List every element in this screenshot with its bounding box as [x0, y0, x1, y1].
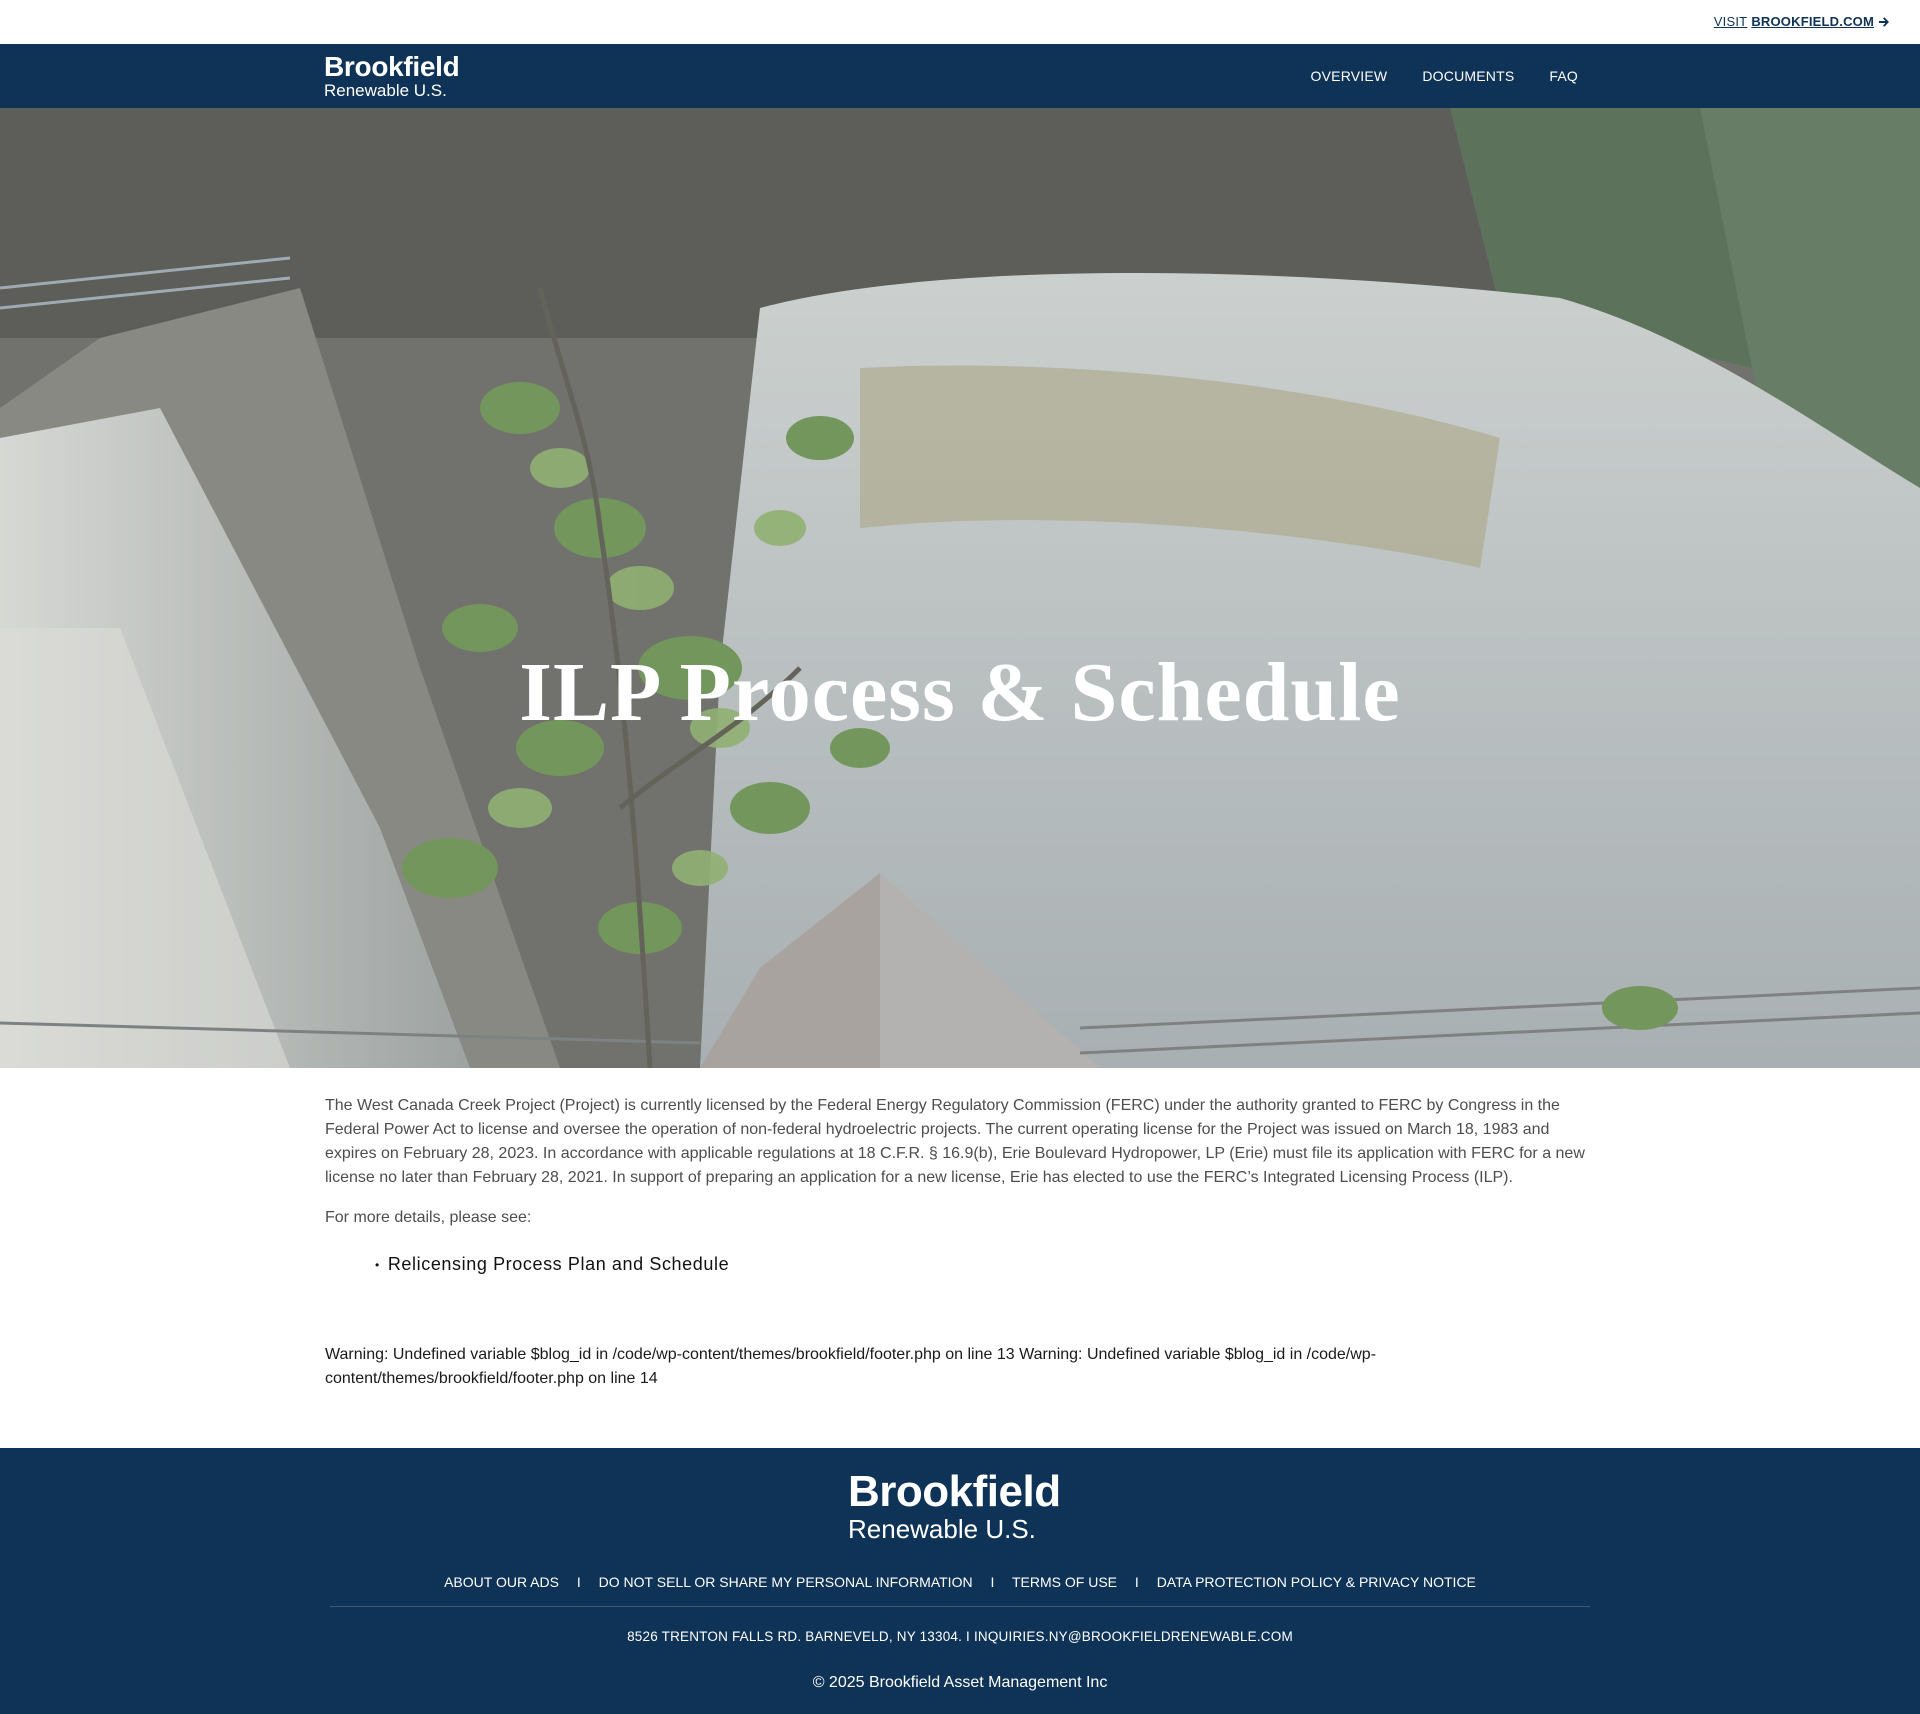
- visit-brookfield-link[interactable]: VISIT BROOKFIELD.COM: [1714, 14, 1890, 29]
- nav-overview[interactable]: OVERVIEW: [1311, 68, 1388, 84]
- hero-banner: ILP Process & Schedule: [0, 108, 1920, 1068]
- footer-link-do-not-sell[interactable]: DO NOT SELL OR SHARE MY PERSONAL INFORMA…: [599, 1574, 973, 1590]
- visit-site: BROOKFIELD.COM: [1751, 14, 1874, 29]
- nav-documents[interactable]: DOCUMENTS: [1422, 68, 1514, 84]
- footer-logo-wordmark: Brookfield: [848, 1467, 1061, 1516]
- footer-separator: I: [576, 1574, 581, 1590]
- footer-link-about-ads[interactable]: ABOUT OUR ADS: [444, 1574, 559, 1590]
- hero-waterfall-image: [0, 108, 1920, 1068]
- footer-separator: I: [1134, 1574, 1139, 1590]
- logo-wordmark: Brookfield: [324, 51, 460, 82]
- relicensing-plan-link[interactable]: Relicensing Process Plan and Schedule: [388, 1254, 729, 1275]
- footer-divider: [330, 1606, 1590, 1607]
- page-title: ILP Process & Schedule: [519, 646, 1401, 739]
- site-footer: Brookfield Renewable U.S. ABOUT OUR ADS …: [0, 1448, 1920, 1714]
- nav-faq[interactable]: FAQ: [1549, 68, 1578, 84]
- footer-link-terms[interactable]: TERMS OF USE: [1012, 1574, 1117, 1590]
- site-header: Brookfield Renewable U.S. OVERVIEW DOCUM…: [0, 44, 1920, 108]
- intro-paragraph: The West Canada Creek Project (Project) …: [325, 1097, 1585, 1186]
- main-nav: OVERVIEW DOCUMENTS FAQ: [1311, 44, 1578, 108]
- main-content: The West Canada Creek Project (Project) …: [325, 1068, 1587, 1391]
- document-list: • Relicensing Process Plan and Schedule: [325, 1254, 1587, 1275]
- bullet-icon: •: [375, 1257, 380, 1272]
- arrow-right-icon: [1878, 16, 1890, 28]
- footer-separator: I: [990, 1574, 995, 1590]
- more-details-text: For more details, please see:: [325, 1209, 532, 1226]
- php-warning-text: Warning: Undefined variable $blog_id in …: [325, 1346, 1377, 1387]
- footer-logo[interactable]: Brookfield Renewable U.S.: [848, 1467, 1061, 1544]
- list-item: • Relicensing Process Plan and Schedule: [375, 1254, 1587, 1275]
- footer-address: 8526 TRENTON FALLS RD. BARNEVELD, NY 133…: [627, 1629, 1293, 1644]
- footer-copyright: © 2025 Brookfield Asset Management Inc: [812, 1674, 1108, 1691]
- logo-subtitle: Renewable U.S.: [324, 81, 447, 100]
- visit-prefix: VISIT: [1713, 14, 1748, 29]
- footer-logo-subtitle: Renewable U.S.: [848, 1514, 1036, 1544]
- footer-links: ABOUT OUR ADS I DO NOT SELL OR SHARE MY …: [0, 1574, 1920, 1590]
- footer-link-privacy[interactable]: DATA PROTECTION POLICY & PRIVACY NOTICE: [1157, 1574, 1476, 1590]
- brookfield-logo[interactable]: Brookfield Renewable U.S.: [324, 51, 460, 100]
- utility-bar: VISIT BROOKFIELD.COM: [0, 0, 1920, 44]
